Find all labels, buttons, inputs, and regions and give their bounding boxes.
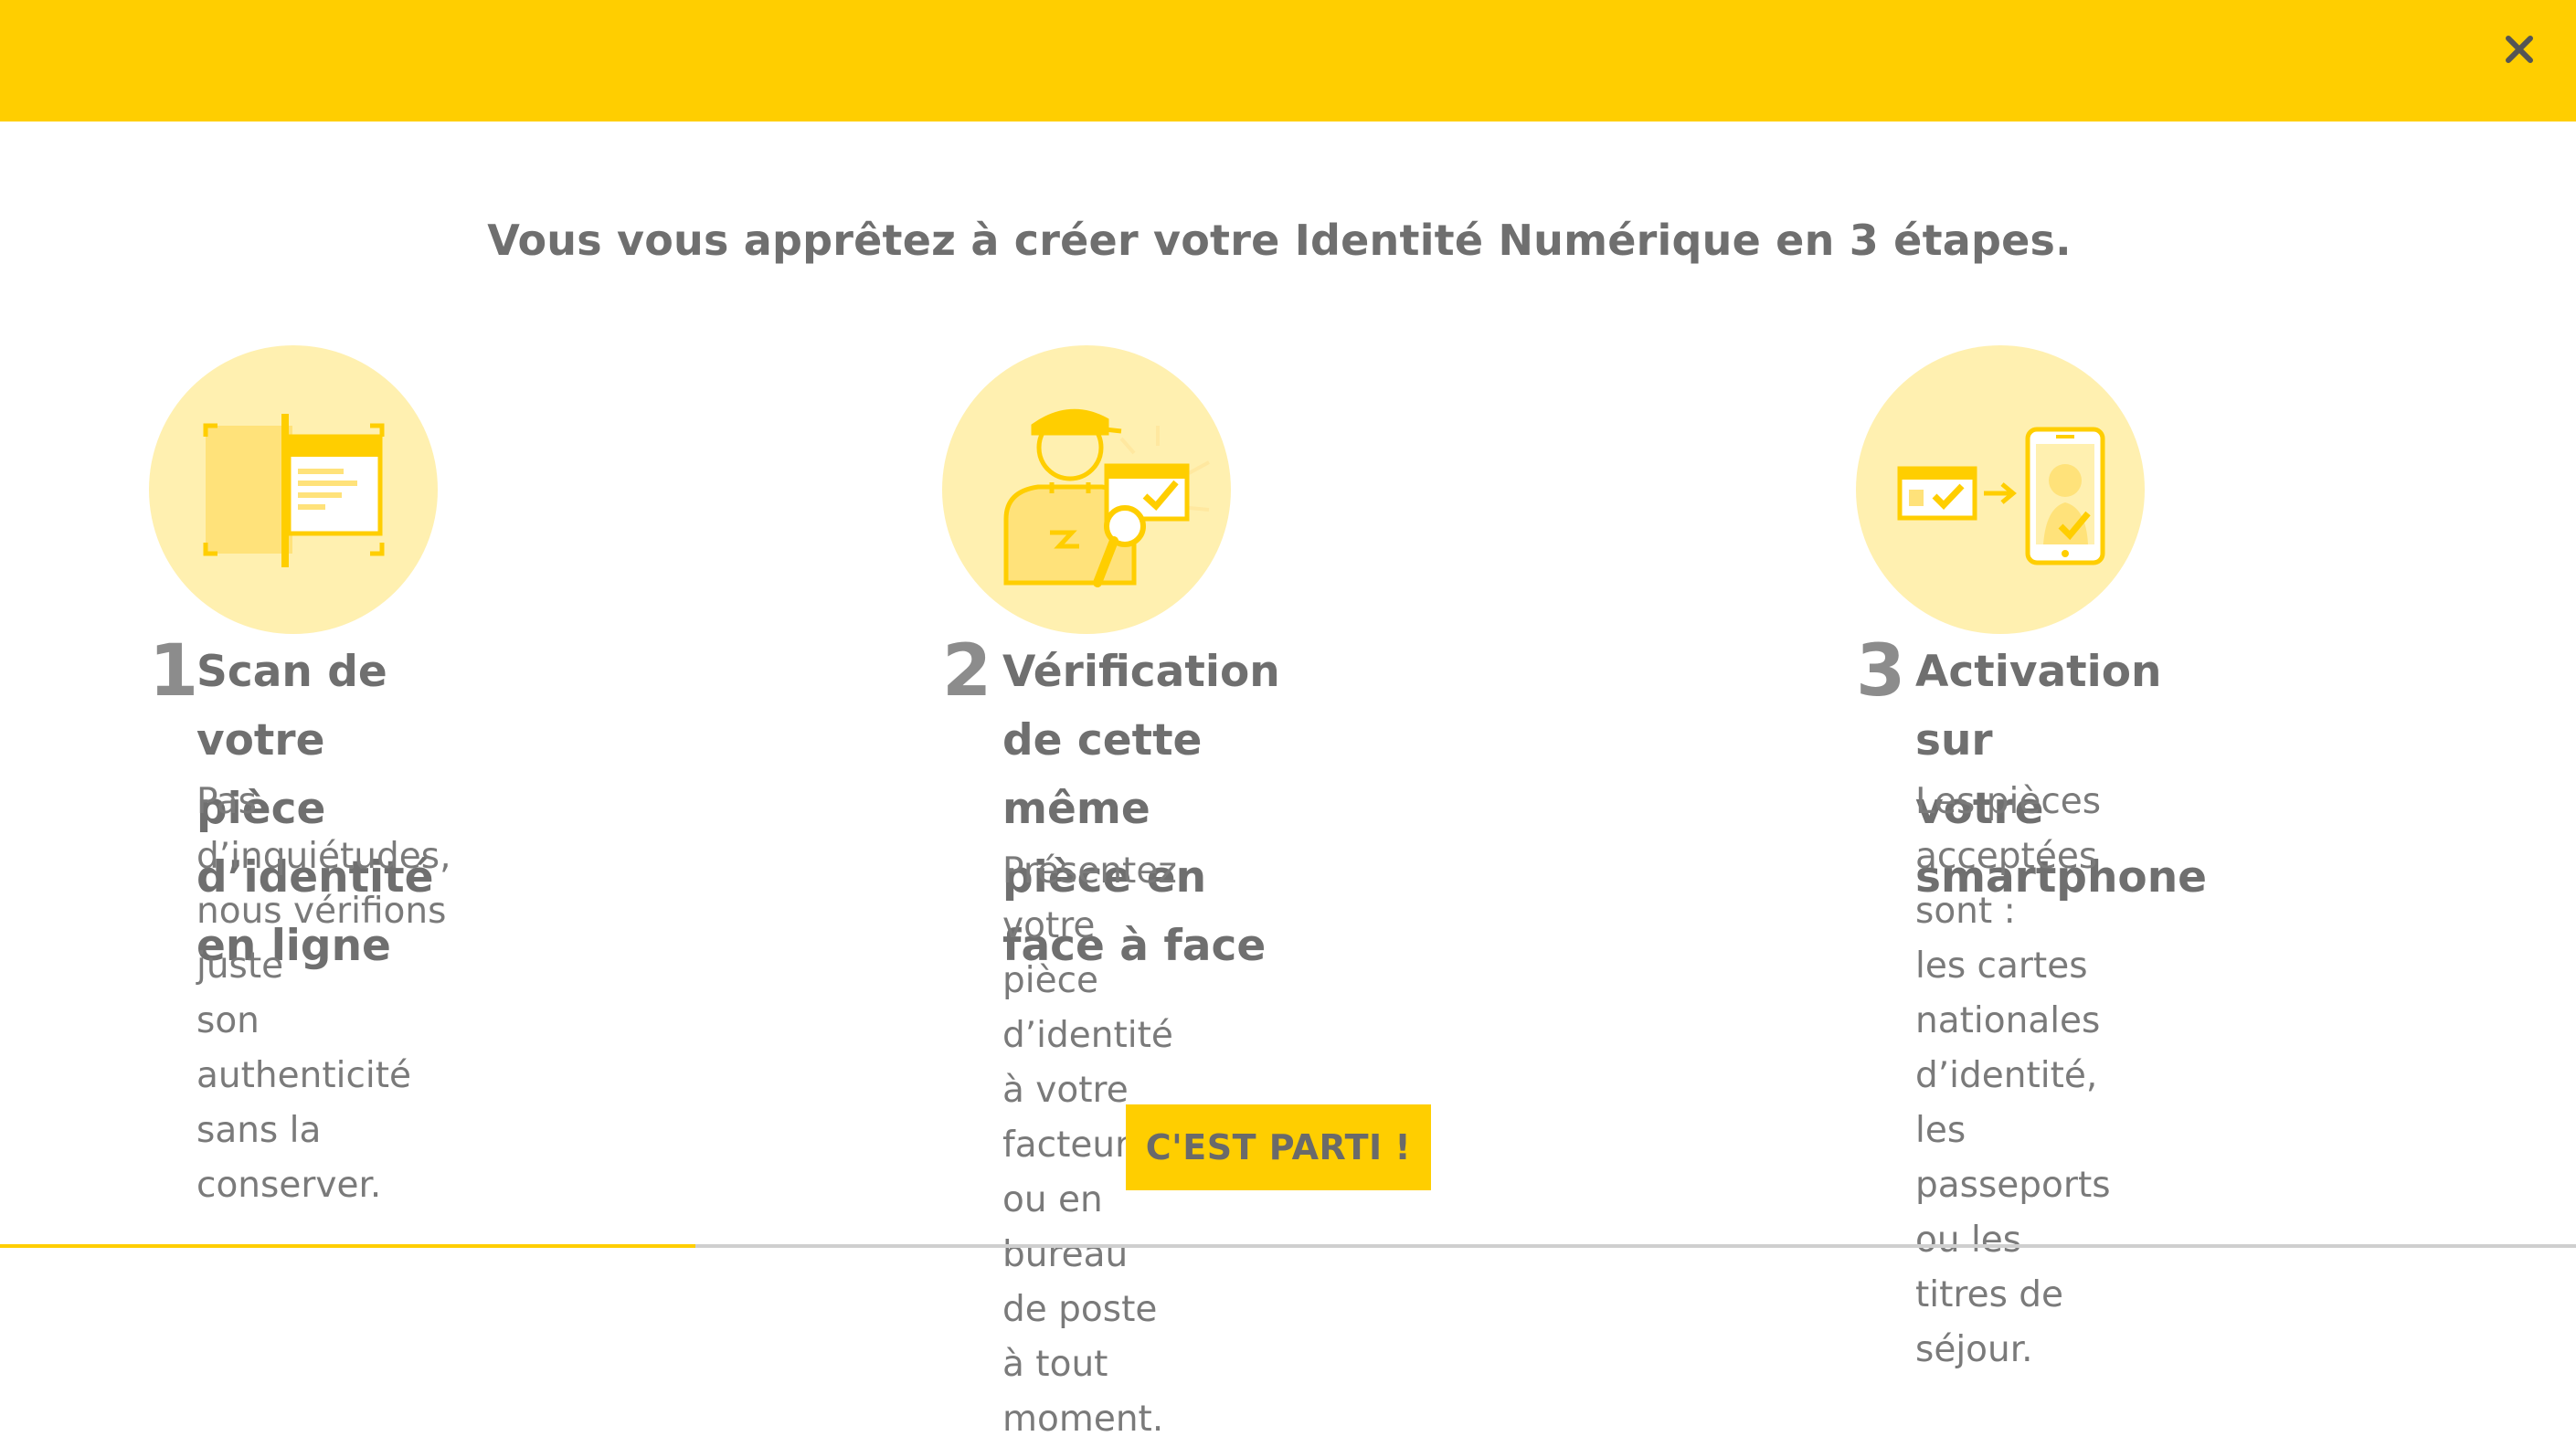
top-bar [0, 0, 2576, 121]
step-description: Les pièces acceptées sont : les cartes n… [1915, 781, 2111, 1370]
close-icon[interactable] [2499, 29, 2539, 69]
step-number: 1 [149, 630, 199, 713]
close-button[interactable] [2499, 29, 2539, 69]
step-description: Pas d’inquiétudes, nous vérifions juste … [196, 781, 451, 1206]
progress-fill [0, 1244, 696, 1248]
start-button[interactable]: C'EST PARTI ! [1126, 1104, 1431, 1190]
step-number: 2 [942, 630, 992, 713]
page-title: Vous vous apprêtez à créer votre Identit… [487, 216, 2072, 265]
postman-verification-icon [942, 345, 1231, 634]
progress-bar [0, 1244, 2576, 1248]
scan-document-icon [149, 345, 438, 634]
step-number: 3 [1856, 630, 1906, 713]
smartphone-activation-icon [1856, 345, 2145, 634]
